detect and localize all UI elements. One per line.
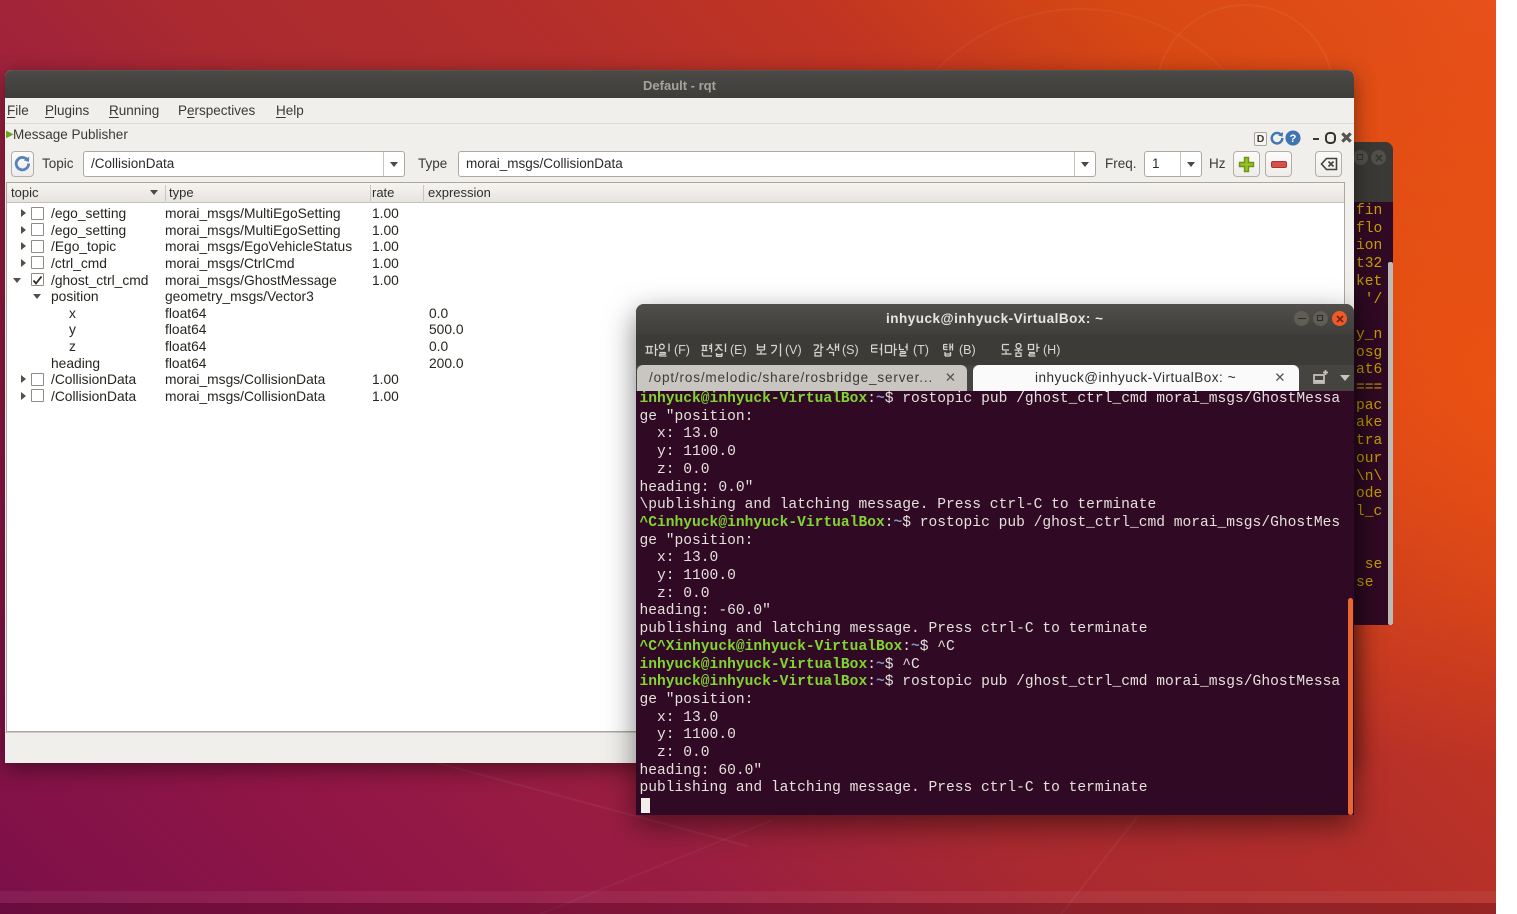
svg-text:?: ? bbox=[1290, 133, 1297, 145]
